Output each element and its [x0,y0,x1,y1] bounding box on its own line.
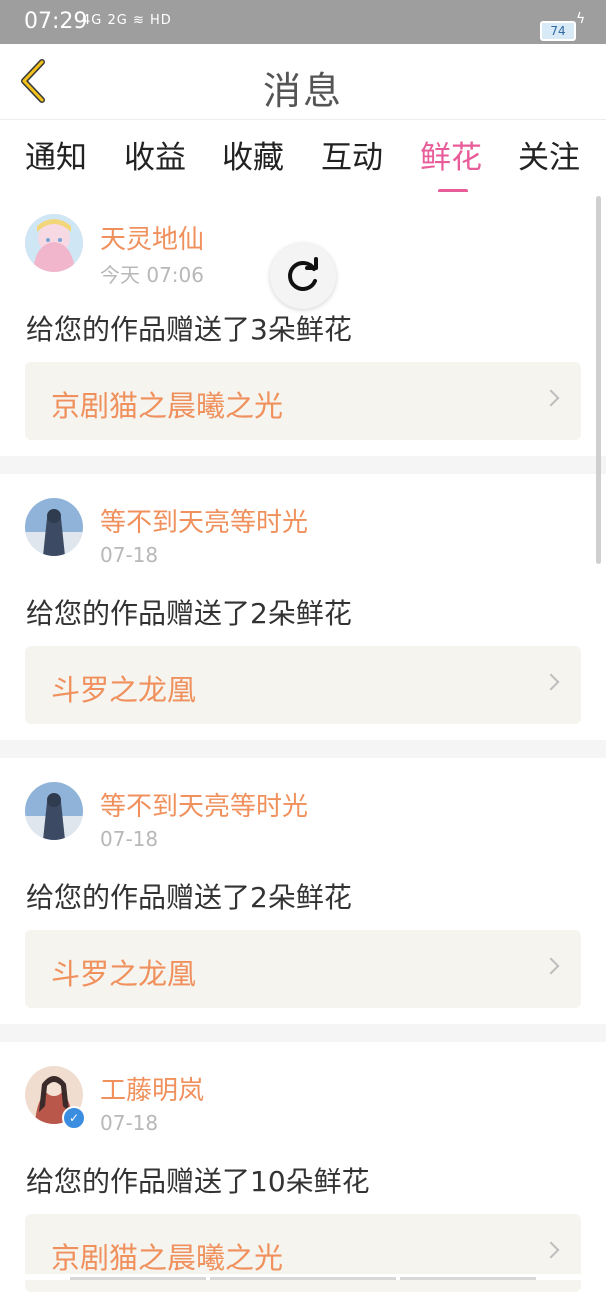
message-list: 天灵地仙 今天 07:06 给您的作品赠送了3朵鲜花 京剧猫之晨曦之光 等不到天… [0,192,606,1302]
sender-name[interactable]: 等不到天亮等时光 [100,786,308,823]
tab-bar: 通知 收益 收藏 互动 鲜花 关注 [0,120,606,193]
tab-earnings[interactable]: 收益 [124,132,186,177]
list-item: ✓ 工藤明岚 07-18 给您的作品赠送了10朵鲜花 京剧猫之晨曦之光 [0,1042,606,1302]
divider [0,740,606,758]
avatar-image [25,214,83,272]
avatar[interactable] [25,782,83,840]
message-text: 给您的作品赠送了2朵鲜花 [26,881,352,914]
refresh-button[interactable] [270,243,336,309]
work-link[interactable]: 京剧猫之晨曦之光 [25,1214,581,1292]
signal-indicators: 4G 2G ≋ HD [82,13,172,28]
tab-notifications[interactable]: 通知 [25,132,87,177]
scrollbar[interactable] [596,196,601,564]
refresh-icon [288,257,318,291]
work-title: 斗罗之龙凰 [51,957,197,991]
message-time: 07-18 [100,1111,159,1135]
chevron-right-icon [542,1241,560,1259]
verified-badge-icon: ✓ [62,1106,86,1130]
chevron-right-icon [542,389,560,407]
divider [0,1024,606,1042]
message-time: 今天 07:06 [100,263,204,287]
message-time: 07-18 [100,543,159,567]
message-text: 给您的作品赠送了10朵鲜花 [26,1165,370,1198]
charging-icon: ϟ [576,11,586,27]
message-time: 07-18 [100,827,159,851]
work-title: 京剧猫之晨曦之光 [51,1241,284,1275]
avatar-image [25,498,83,556]
top-nav-bar: 消息 [0,44,606,120]
work-link[interactable]: 京剧猫之晨曦之光 [25,362,581,440]
list-item: 等不到天亮等时光 07-18 给您的作品赠送了2朵鲜花 斗罗之龙凰 [0,474,606,740]
chevron-right-icon [542,673,560,691]
work-title: 京剧猫之晨曦之光 [51,389,284,423]
work-link[interactable]: 斗罗之龙凰 [25,646,581,724]
work-link[interactable]: 斗罗之龙凰 [25,930,581,1008]
status-bar: 07:29 4G 2G ≋ HD 74 ϟ [0,0,606,44]
tab-following[interactable]: 关注 [518,132,580,177]
divider [0,456,606,474]
sender-name[interactable]: 天灵地仙 [100,219,204,256]
avatar[interactable] [25,498,83,556]
tab-favorites[interactable]: 收藏 [222,132,284,177]
status-time: 07:29 [24,9,88,34]
avatar[interactable] [25,214,83,272]
list-item: 天灵地仙 今天 07:06 给您的作品赠送了3朵鲜花 京剧猫之晨曦之光 [0,192,606,456]
page-title: 消息 [262,69,343,113]
sender-name[interactable]: 工藤明岚 [100,1070,204,1107]
tab-interactions[interactable]: 互动 [321,132,383,177]
chevron-right-icon [542,957,560,975]
work-title: 斗罗之龙凰 [51,673,197,707]
tab-flowers[interactable]: 鲜花 [420,132,482,193]
bottom-toolbar-edge [0,1274,606,1280]
sender-name[interactable]: 等不到天亮等时光 [100,502,308,539]
message-text: 给您的作品赠送了3朵鲜花 [26,313,352,346]
message-text: 给您的作品赠送了2朵鲜花 [26,597,352,630]
battery-icon: 74 [540,21,576,41]
avatar-image [25,782,83,840]
list-item: 等不到天亮等时光 07-18 给您的作品赠送了2朵鲜花 斗罗之龙凰 [0,758,606,1024]
